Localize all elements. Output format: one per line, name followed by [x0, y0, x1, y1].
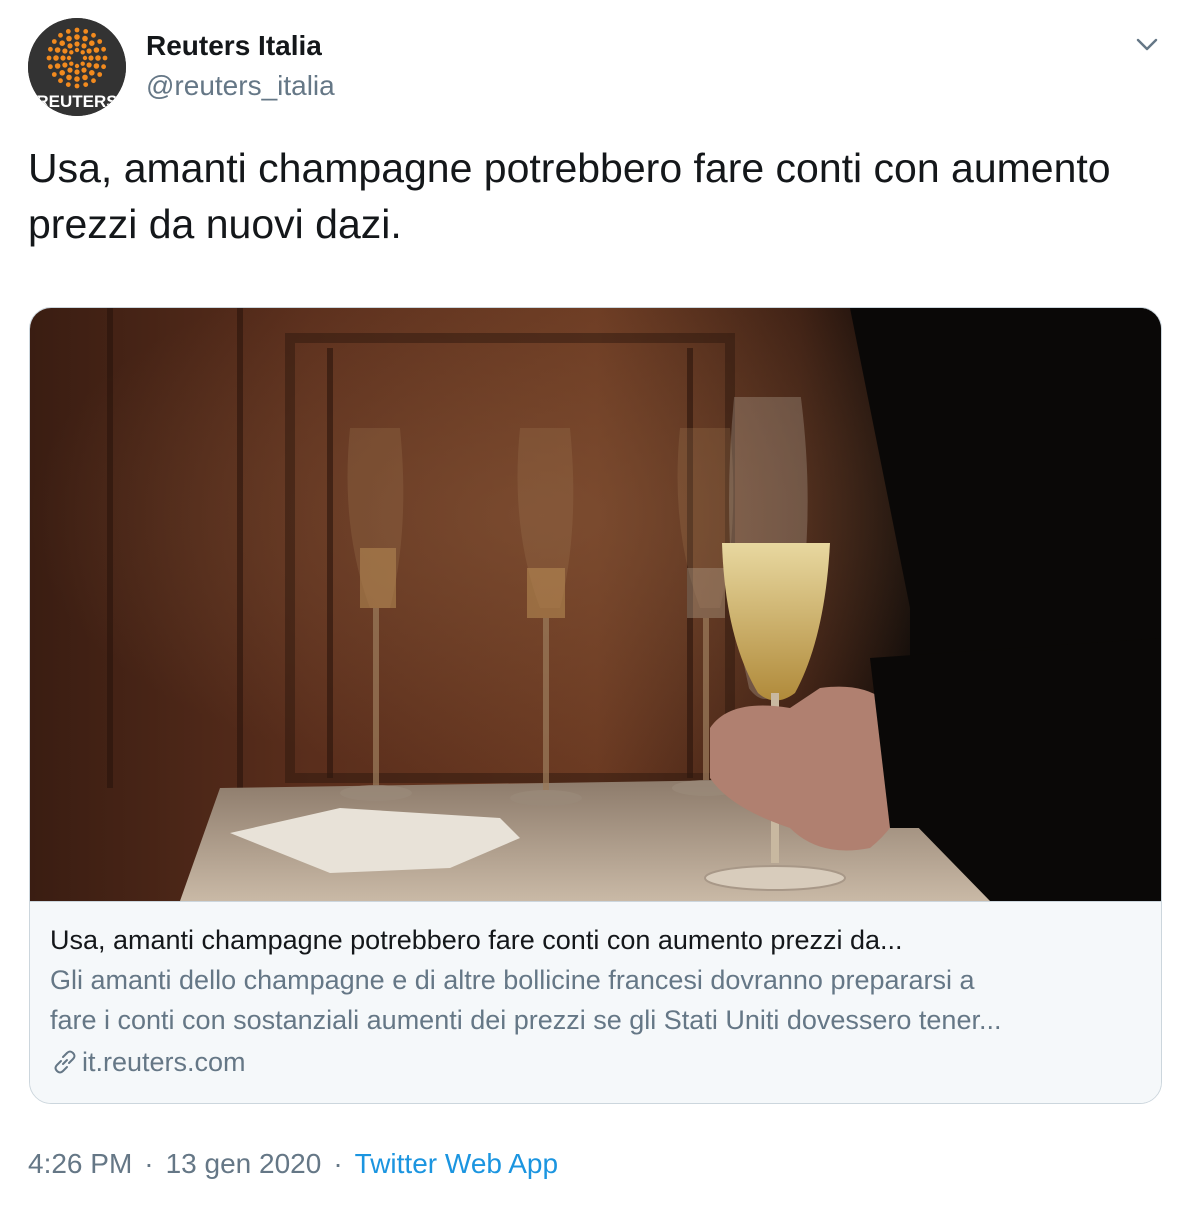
- tweet-menu-button[interactable]: [1132, 30, 1162, 60]
- card-domain: it.reuters.com: [50, 1044, 1143, 1080]
- card-description-line-1: Gli amanti dello champagne e di altre bo…: [50, 965, 975, 995]
- card-description-line-2: fare i conti con sostanziali aumenti dei…: [50, 1005, 1002, 1035]
- author-handle[interactable]: @reuters_italia: [146, 70, 335, 102]
- author-name[interactable]: Reuters Italia: [146, 30, 322, 62]
- tweet-time[interactable]: 4:26 PM: [28, 1148, 132, 1180]
- separator-dot: ·: [144, 1148, 154, 1179]
- reuters-logo-icon: REUTERS: [28, 18, 126, 116]
- card-title: Usa, amanti champagne potrebbero fare co…: [50, 925, 903, 955]
- tweet-date[interactable]: 13 gen 2020: [166, 1148, 322, 1180]
- separator-dot: ·: [333, 1148, 343, 1179]
- card-domain-text: it.reuters.com: [82, 1047, 246, 1077]
- tweet-meta: 4:26 PM · 13 gen 2020 · Twitter Web App: [28, 1148, 558, 1180]
- svg-text:REUTERS: REUTERS: [36, 92, 117, 111]
- link-card[interactable]: Usa, amanti champagne potrebbero fare co…: [29, 307, 1162, 1104]
- avatar[interactable]: REUTERS: [28, 18, 126, 116]
- link-icon: [50, 1047, 80, 1077]
- card-description: Gli amanti dello champagne e di altre bo…: [50, 960, 1143, 1040]
- chevron-down-icon: [1136, 38, 1158, 51]
- card-info[interactable]: Usa, amanti champagne potrebbero fare co…: [30, 901, 1161, 1103]
- card-image[interactable]: [30, 308, 1161, 901]
- tweet-source-link[interactable]: Twitter Web App: [355, 1148, 558, 1180]
- tweet-text: Usa, amanti champagne potrebbero fare co…: [28, 145, 1111, 247]
- champagne-photo: [30, 308, 1161, 901]
